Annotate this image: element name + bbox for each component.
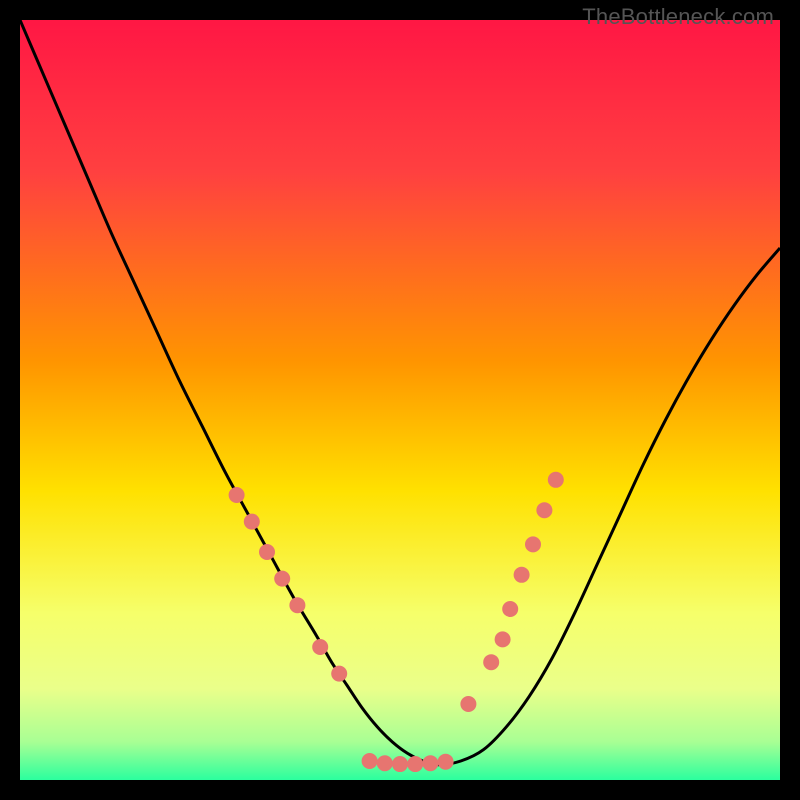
data-marker — [407, 756, 423, 772]
data-marker — [392, 756, 408, 772]
data-marker — [536, 502, 552, 518]
data-marker — [438, 754, 454, 770]
data-marker — [495, 631, 511, 647]
gradient-background — [20, 20, 780, 780]
data-marker — [274, 571, 290, 587]
data-marker — [460, 696, 476, 712]
chart-frame — [20, 20, 780, 780]
data-marker — [548, 472, 564, 488]
data-marker — [289, 597, 305, 613]
data-marker — [514, 567, 530, 583]
watermark-text: TheBottleneck.com — [582, 4, 774, 30]
data-marker — [377, 755, 393, 771]
data-marker — [502, 601, 518, 617]
data-marker — [244, 514, 260, 530]
data-marker — [525, 536, 541, 552]
data-marker — [229, 487, 245, 503]
data-marker — [312, 639, 328, 655]
data-marker — [483, 654, 499, 670]
data-marker — [422, 755, 438, 771]
bottleneck-chart — [20, 20, 780, 780]
data-marker — [362, 753, 378, 769]
data-marker — [259, 544, 275, 560]
data-marker — [331, 666, 347, 682]
